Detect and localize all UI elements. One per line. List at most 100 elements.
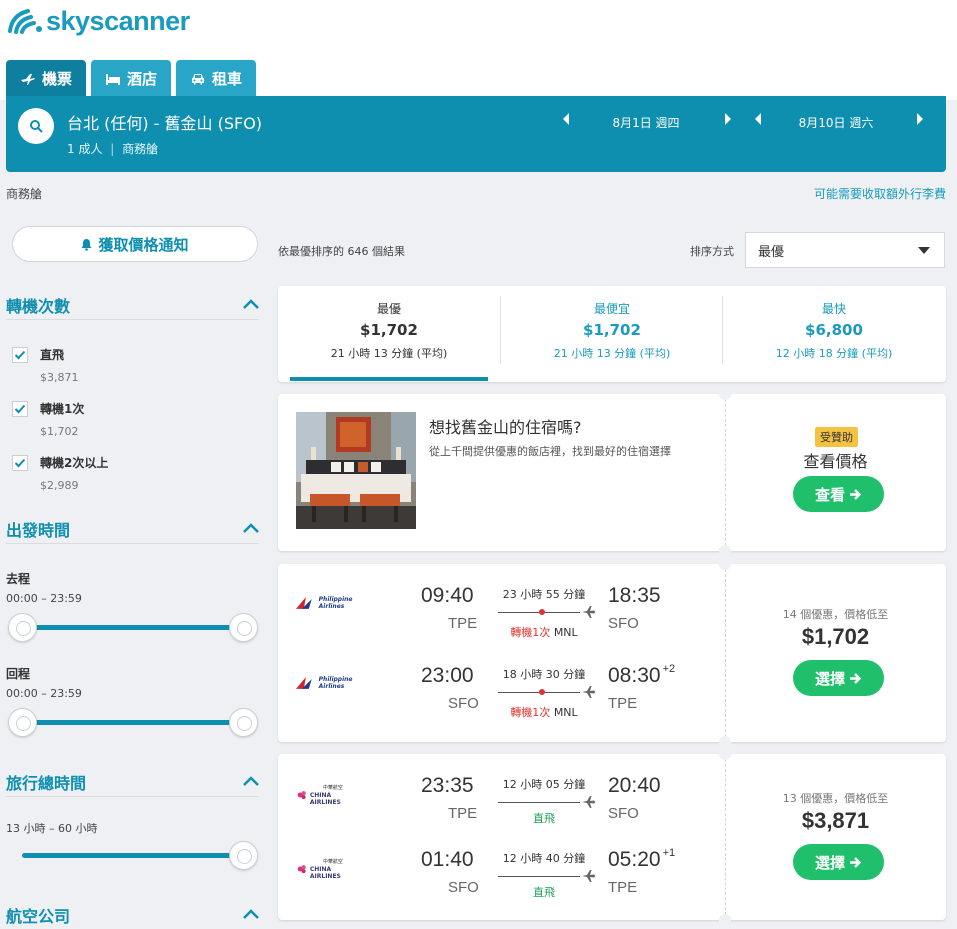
stop-airport: MNL	[553, 706, 578, 719]
deals-count: 13 個優惠，價格低至	[782, 792, 889, 805]
select-flight-button[interactable]: 選擇	[793, 844, 884, 880]
flight-result-card[interactable]: 中華航空 CHINA AIRLINES 23:35 TPE 12 小時 05 分…	[278, 748, 946, 926]
stops-count: 轉機1次	[510, 626, 551, 639]
arrow-right-icon	[850, 856, 862, 868]
passenger-cabin-text[interactable]: 1 成人 | 商務艙	[67, 140, 158, 157]
flight-duration: 23 小時 55 分鐘	[502, 588, 586, 601]
return-date-prev[interactable]	[752, 111, 764, 127]
philippine-airlines-logo-icon	[296, 597, 312, 609]
chevron-up-icon[interactable]	[243, 522, 259, 536]
filter-stops-header[interactable]: 轉機次數	[6, 290, 259, 320]
card-divider	[725, 754, 726, 920]
sort-value: 最優	[758, 244, 785, 260]
chevron-up-icon[interactable]	[243, 775, 259, 789]
sort-tab-price: $1,702	[583, 321, 641, 339]
slider-handle-max[interactable]	[229, 613, 258, 642]
checkbox[interactable]	[12, 455, 28, 471]
hotel-room-image[interactable]	[296, 412, 416, 529]
filter-times-header[interactable]: 出發時間	[6, 514, 259, 544]
sort-tab-best[interactable]: 最優 $1,702 21 小時 13 分鐘 (平均)	[278, 286, 500, 382]
departure-time: 23:35	[421, 774, 474, 797]
stops-option-1-stop[interactable]: 轉機1次 $1,702	[12, 400, 84, 438]
return-date[interactable]: 8月10日 週六	[786, 114, 886, 131]
chevron-up-icon[interactable]	[243, 908, 259, 922]
baggage-fees-link[interactable]: 可能需要收取額外行李費	[814, 185, 946, 202]
deals-count: 14 個優惠，價格低至	[782, 608, 889, 621]
search-button[interactable]	[18, 108, 54, 144]
skyscanner-logo[interactable]: skyscanner	[6, 6, 190, 36]
outbound-time-slider[interactable]	[8, 613, 258, 643]
filter-title: 轉機次數	[6, 296, 71, 316]
stops-info: 轉機1次 MNL	[494, 704, 594, 720]
chevron-up-icon[interactable]	[243, 298, 259, 312]
flight-price: $3,871	[801, 808, 870, 833]
airline-logo: Philippine Airlines	[296, 594, 356, 612]
airline-logo: 中華航空 CHINA AIRLINES	[296, 859, 356, 880]
route-text[interactable]: 台北 (任何) - 舊金山 (SFO)	[67, 110, 262, 134]
stops-option-direct[interactable]: 直飛 $3,871	[12, 346, 79, 384]
search-icon	[30, 120, 43, 133]
checkbox[interactable]	[12, 347, 28, 363]
duration-range: 13 小時 – 60 小時	[6, 822, 98, 835]
filter-airlines-header[interactable]: 航空公司	[6, 900, 259, 929]
bed-icon	[106, 73, 121, 85]
plane-icon	[582, 686, 596, 698]
duration-slider[interactable]	[8, 841, 258, 871]
airline-logo: 中華航空 CHINA AIRLINES	[296, 785, 356, 806]
search-summary-bar[interactable]: 台北 (任何) - 舊金山 (SFO) 1 成人 | 商務艙 8月1日 週四 8…	[6, 96, 946, 172]
sort-tab-fastest[interactable]: 最快 $6,800 12 小時 18 分鐘 (平均)	[723, 286, 945, 382]
price-alert-label: 獲取價格通知	[98, 235, 189, 254]
checkbox[interactable]	[12, 401, 28, 417]
sort-tab-title: 最優	[376, 302, 401, 316]
filter-duration-header[interactable]: 旅行總時間	[6, 767, 259, 797]
sponsored-badge: 受贊助	[815, 427, 858, 447]
depart-date-prev[interactable]	[560, 111, 572, 127]
return-date-next[interactable]	[914, 111, 926, 127]
sort-tab-title: 最便宜	[593, 302, 630, 316]
price-alert-button[interactable]: 獲取價格通知	[12, 226, 258, 262]
tab-hotels[interactable]: 酒店	[91, 60, 172, 97]
flight-line	[498, 876, 580, 877]
departure-airport: SFO	[448, 879, 479, 896]
sort-tab-cheapest[interactable]: 最便宜 $1,702 21 小時 13 分鐘 (平均)	[501, 286, 723, 382]
airline-logo: Philippine Airlines	[296, 674, 356, 692]
sort-select[interactable]: 最優	[745, 232, 945, 268]
plane-icon	[582, 796, 596, 808]
return-time-slider[interactable]	[8, 708, 258, 738]
depart-date-next[interactable]	[722, 111, 734, 127]
filter-title: 旅行總時間	[6, 773, 87, 793]
return-label: 回程	[6, 667, 31, 681]
tab-flights[interactable]: 機票	[6, 60, 87, 97]
arrival-airport: SFO	[608, 805, 639, 822]
slider-track	[22, 625, 244, 630]
plane-icon	[582, 606, 596, 618]
departure-time: 23:00	[421, 664, 474, 687]
slider-handle-min[interactable]	[8, 708, 37, 737]
hotel-ad-card[interactable]: 想找舊金山的住宿嗎? 從上千間提供優惠的飯店裡，找到最好的住宿選擇 受贊助 查看…	[278, 388, 946, 557]
flight-result-card[interactable]: Philippine Airlines 09:40 TPE 23 小時 55 分…	[278, 558, 946, 748]
sort-tab-price: $1,702	[360, 321, 418, 339]
card-notch	[719, 914, 731, 926]
arrival-time-value: 05:20	[608, 848, 661, 871]
arrival-airport: TPE	[608, 695, 638, 712]
slider-handle-max[interactable]	[229, 841, 258, 870]
card-notch	[719, 748, 731, 760]
arrival-airport: TPE	[608, 879, 638, 896]
tab-car-hire[interactable]: 租車	[176, 60, 257, 97]
airline-name: CHINA AIRLINES	[309, 791, 341, 806]
tab-label: 酒店	[127, 70, 158, 88]
sort-label: 排序方式	[690, 245, 734, 258]
slider-handle-min[interactable]	[8, 613, 37, 642]
view-hotels-button[interactable]: 查看	[793, 476, 884, 512]
filter-title: 出發時間	[6, 520, 71, 540]
arrow-right-icon	[725, 113, 731, 125]
day-offset: +1	[662, 847, 676, 859]
stops-option-2plus[interactable]: 轉機2次以上 $2,989	[12, 454, 108, 492]
depart-date[interactable]: 8月1日 週四	[596, 114, 696, 131]
hotel-ad-cta-text: 查看價格	[803, 452, 868, 471]
day-offset: +2	[662, 663, 676, 675]
select-flight-button[interactable]: 選擇	[793, 660, 884, 696]
slider-handle-max[interactable]	[229, 708, 258, 737]
card-divider	[725, 564, 726, 742]
arrow-right-icon	[917, 113, 923, 125]
